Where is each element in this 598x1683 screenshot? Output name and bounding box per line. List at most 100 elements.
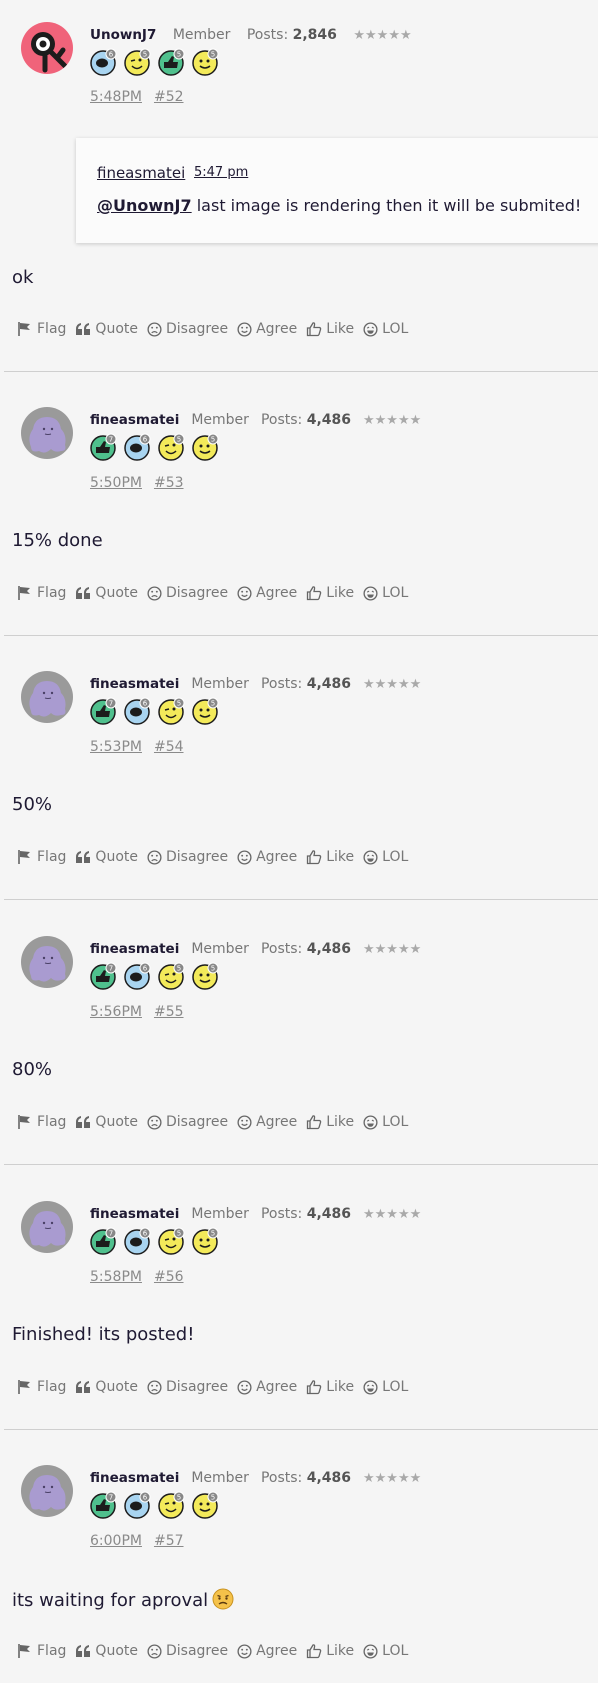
user-mention-link[interactable]: @UnownJ7 (97, 196, 192, 215)
speech-bubble-icon[interactable]: 6 (124, 1227, 151, 1255)
agree-button[interactable]: Agree (237, 1379, 297, 1395)
username[interactable]: fineasmatei (90, 941, 179, 957)
thumbs-up-icon[interactable]: 7 (90, 433, 117, 461)
username[interactable]: fineasmatei (90, 1470, 179, 1486)
user-role: Member (191, 1470, 249, 1486)
lol-button[interactable]: LOL (363, 1114, 408, 1130)
flag-button[interactable]: Flag (17, 1379, 66, 1395)
post-content: 80% (12, 1059, 52, 1080)
flag-button[interactable]: Flag (17, 849, 66, 865)
lol-button[interactable]: LOL (363, 1379, 408, 1395)
post-timeline: 5:53PM #54 (90, 739, 184, 755)
smile-emoji-icon[interactable]: 5 (192, 1227, 219, 1255)
like-button[interactable]: Like (306, 1114, 354, 1130)
wink-emoji-icon[interactable]: 5 (158, 697, 185, 725)
disagree-button[interactable]: Disagree (147, 585, 228, 601)
flag-button[interactable]: Flag (17, 321, 66, 337)
wink-emoji-icon[interactable]: 5 (158, 1227, 185, 1255)
laugh-icon (363, 1379, 378, 1395)
lol-button[interactable]: LOL (363, 585, 408, 601)
disagree-button[interactable]: Disagree (147, 849, 228, 865)
posts-label: Posts: (260, 1206, 303, 1222)
quote-button[interactable]: Quote (75, 1643, 138, 1659)
wink-emoji-icon[interactable]: 5 (124, 48, 151, 76)
like-button[interactable]: Like (306, 1379, 354, 1395)
avatar[interactable] (21, 936, 73, 988)
quote-time-link[interactable]: 5:47 pm (194, 165, 248, 180)
post-time-link[interactable]: 5:56PM (90, 1004, 142, 1020)
lol-button[interactable]: LOL (363, 849, 408, 865)
avatar[interactable] (21, 1201, 73, 1253)
post-timeline: 5:56PM #55 (90, 1004, 184, 1020)
thumbs-up-icon[interactable]: 7 (90, 697, 117, 725)
disagree-button[interactable]: Disagree (147, 1643, 228, 1659)
thumbs-up-icon[interactable]: 5 (158, 48, 185, 76)
flag-button[interactable]: Flag (17, 1643, 66, 1659)
username[interactable]: fineasmatei (90, 1206, 179, 1222)
flag-button[interactable]: Flag (17, 1114, 66, 1130)
speech-bubble-icon[interactable]: 6 (90, 48, 117, 76)
wink-emoji-icon[interactable]: 5 (158, 433, 185, 461)
thumbs-up-outline-icon (307, 850, 322, 865)
speech-bubble-icon[interactable]: 6 (124, 697, 151, 725)
smile-emoji-icon[interactable]: 5 (192, 48, 219, 76)
like-button[interactable]: Like (306, 849, 354, 865)
post-number-link[interactable]: #55 (154, 1004, 184, 1020)
lol-button[interactable]: LOL (363, 1643, 408, 1659)
post-time-link[interactable]: 5:58PM (90, 1269, 142, 1285)
post-time-link[interactable]: 5:48PM (90, 89, 142, 105)
flag-label: Flag (37, 585, 67, 601)
post-time-link[interactable]: 5:53PM (90, 739, 142, 755)
svg-text:6: 6 (143, 965, 148, 973)
thumbs-up-icon[interactable]: 7 (90, 1491, 117, 1519)
quote-button[interactable]: Quote (75, 585, 138, 601)
quote-button[interactable]: Quote (75, 1379, 138, 1395)
like-button[interactable]: Like (306, 321, 354, 337)
quote-button[interactable]: Quote (75, 849, 138, 865)
avatar[interactable] (21, 407, 73, 459)
post-time-link[interactable]: 6:00PM (90, 1533, 142, 1549)
svg-text:7: 7 (109, 436, 113, 444)
agree-button[interactable]: Agree (237, 585, 297, 601)
avatar[interactable] (21, 1465, 73, 1517)
quote-button[interactable]: Quote (75, 321, 138, 337)
username[interactable]: fineasmatei (90, 676, 179, 692)
disagree-button[interactable]: Disagree (147, 1379, 228, 1395)
quote-button[interactable]: Quote (75, 1114, 138, 1130)
speech-bubble-icon[interactable]: 6 (124, 433, 151, 461)
wink-emoji-icon[interactable]: 5 (158, 1491, 185, 1519)
smile-emoji-icon[interactable]: 5 (192, 962, 219, 990)
smile-emoji-icon[interactable]: 5 (192, 697, 219, 725)
disagree-label: Disagree (165, 849, 229, 865)
username[interactable]: fineasmatei (90, 412, 179, 428)
like-button[interactable]: Like (306, 585, 354, 601)
post-number-link[interactable]: #56 (154, 1269, 184, 1285)
thumbs-up-icon[interactable]: 7 (90, 962, 117, 990)
avatar[interactable] (21, 671, 73, 723)
speech-bubble-icon[interactable]: 6 (124, 1491, 151, 1519)
smile-emoji-icon[interactable]: 5 (192, 433, 219, 461)
flag-button[interactable]: Flag (17, 585, 66, 601)
agree-button[interactable]: Agree (237, 321, 297, 337)
lol-button[interactable]: LOL (363, 321, 408, 337)
quote-author-link[interactable]: fineasmatei (97, 164, 185, 182)
svg-text:7: 7 (109, 965, 113, 973)
username[interactable]: UnownJ7 (90, 27, 156, 43)
agree-button[interactable]: Agree (237, 1114, 297, 1130)
avatar[interactable] (21, 22, 73, 74)
post-number-link[interactable]: #52 (154, 89, 184, 105)
thumbs-up-icon[interactable]: 7 (90, 1227, 117, 1255)
wink-emoji-icon[interactable]: 5 (158, 962, 185, 990)
disagree-button[interactable]: Disagree (147, 1114, 228, 1130)
post-number-link[interactable]: #53 (154, 475, 184, 491)
agree-button[interactable]: Agree (237, 1643, 297, 1659)
post-number-link[interactable]: #57 (154, 1533, 184, 1549)
smile-emoji-icon[interactable]: 5 (192, 1491, 219, 1519)
post-number-link[interactable]: #54 (154, 739, 184, 755)
disagree-button[interactable]: Disagree (147, 321, 228, 337)
speech-bubble-icon[interactable]: 6 (124, 962, 151, 990)
post-time-link[interactable]: 5:50PM (90, 475, 142, 491)
agree-button[interactable]: Agree (237, 849, 297, 865)
post-timeline: 6:00PM #57 (90, 1533, 184, 1549)
like-button[interactable]: Like (306, 1643, 354, 1659)
